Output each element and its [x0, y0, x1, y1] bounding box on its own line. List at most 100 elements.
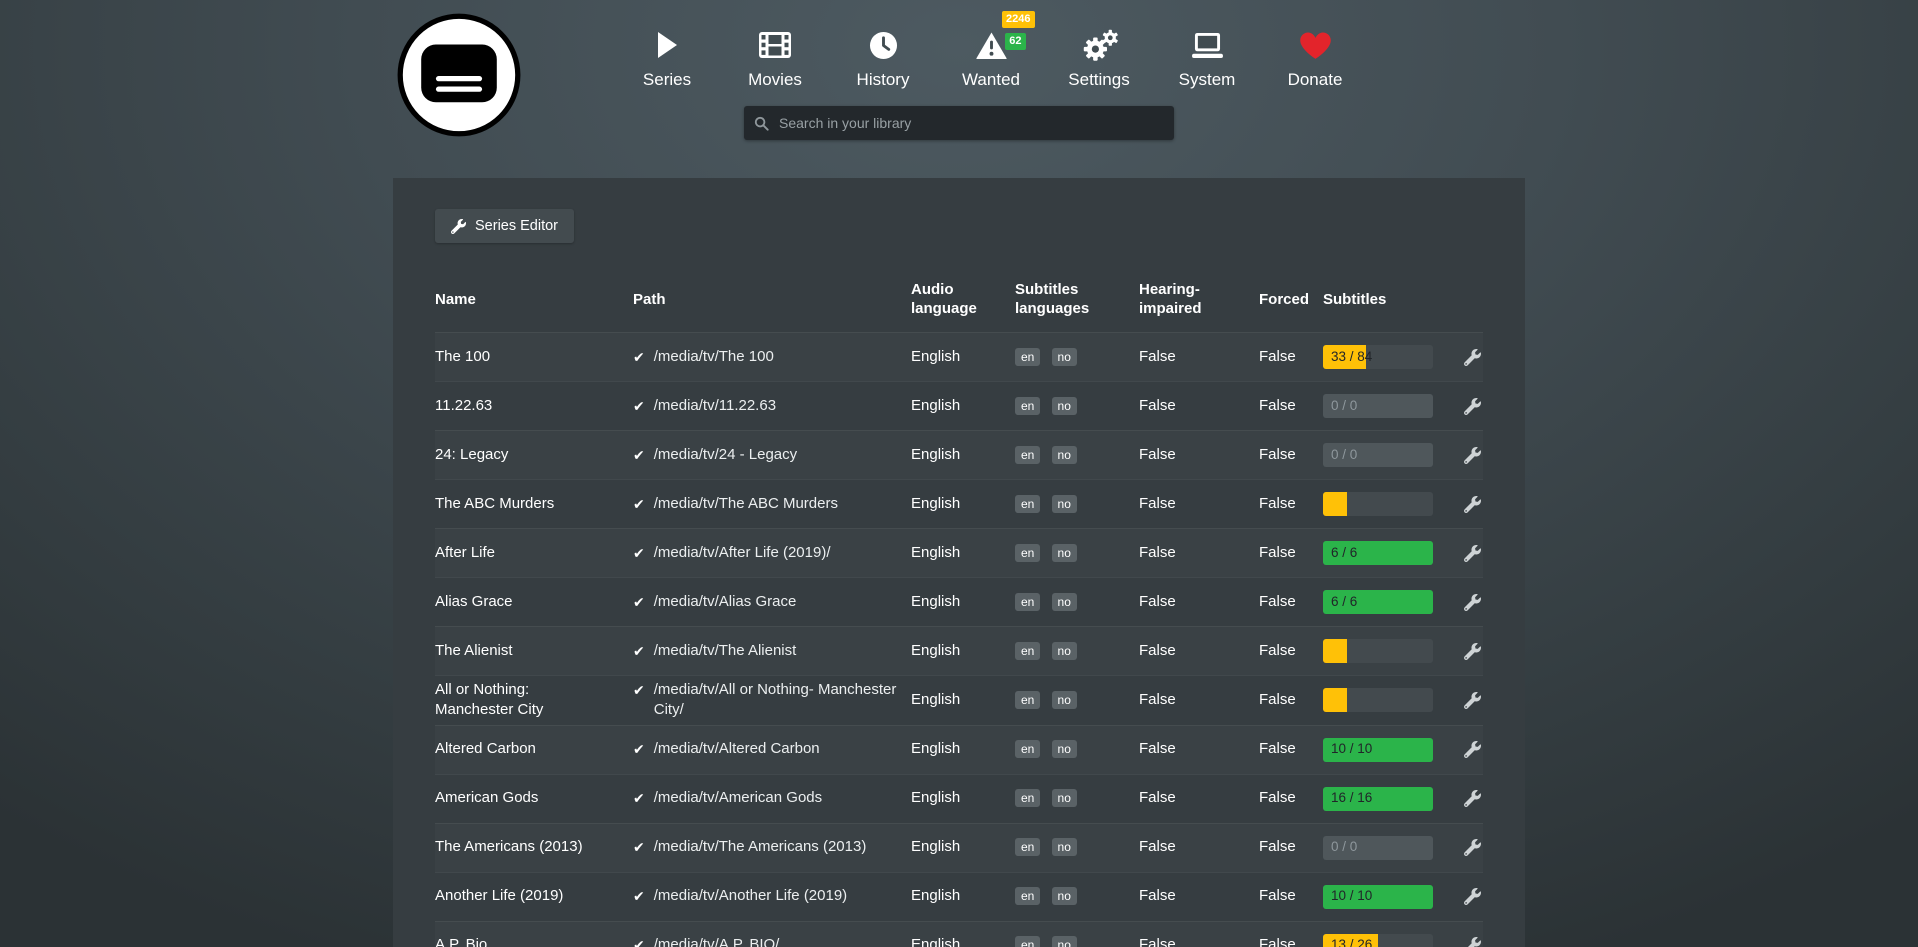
subtitles-progress: 0 / 0 [1323, 836, 1433, 860]
wrench-icon[interactable] [1464, 545, 1481, 562]
nav-item-series[interactable]: Series [621, 24, 713, 90]
wrench-icon[interactable] [1464, 398, 1481, 415]
wrench-icon[interactable] [1464, 741, 1481, 758]
subtitles-cell: 6 / 6 [1323, 590, 1449, 614]
row-actions [1449, 790, 1483, 807]
column-header-audio-language: Audio language [911, 281, 1015, 319]
series-path: ✔ /media/tv/American Gods [633, 788, 911, 808]
wrench-icon[interactable] [1464, 692, 1481, 709]
series-path: ✔ /media/tv/The 100 [633, 347, 911, 367]
gears-icon [1081, 24, 1118, 66]
series-path: ✔ /media/tv/All or Nothing- Manchester C… [633, 680, 911, 721]
language-badge: en [1015, 936, 1040, 947]
nav-item-history[interactable]: History [837, 24, 929, 90]
subtitles-progress-fill: 13 / 26 [1323, 934, 1378, 947]
table-row: All or Nothing: Manchester City ✔ /media… [435, 675, 1483, 725]
language-badge: no [1052, 691, 1077, 709]
series-name[interactable]: The Alienist [435, 641, 633, 661]
bazarr-logo[interactable] [396, 12, 522, 138]
series-name[interactable]: The ABC Murders [435, 494, 633, 514]
wrench-icon[interactable] [1464, 496, 1481, 513]
series-name[interactable]: Altered Carbon [435, 739, 633, 759]
series-name[interactable]: All or Nothing: Manchester City [435, 680, 633, 721]
nav-label-series: Series [643, 70, 691, 90]
wrench-icon[interactable] [1464, 888, 1481, 905]
series-table: Name Path Audio language Subtitles langu… [435, 274, 1483, 947]
forced-value: False [1259, 543, 1323, 563]
subtitles-languages-cell: en no [1015, 592, 1139, 612]
wrench-icon[interactable] [1464, 349, 1481, 366]
audio-language-value: English [911, 641, 1015, 661]
series-editor-button[interactable]: Series Editor [435, 209, 574, 243]
series-name[interactable]: The 100 [435, 347, 633, 367]
series-path: ✔ /media/tv/A.P. BIO/ [633, 935, 911, 947]
hearing-impaired-value: False [1139, 641, 1259, 661]
search-bar [744, 106, 1174, 140]
language-badge: en [1015, 789, 1040, 807]
language-badge: en [1015, 593, 1040, 611]
nav-item-wanted[interactable]: 2246 62 Wanted [945, 24, 1037, 90]
nav-item-donate[interactable]: Donate [1269, 24, 1361, 90]
series-path-text: /media/tv/After Life (2019)/ [654, 543, 831, 563]
series-name[interactable]: After Life [435, 543, 633, 563]
series-name[interactable]: The Americans (2013) [435, 837, 633, 857]
series-path-text: /media/tv/The ABC Murders [654, 494, 838, 514]
subtitles-languages-cell: en no [1015, 445, 1139, 465]
wrench-icon[interactable] [1464, 447, 1481, 464]
nav-item-movies[interactable]: Movies [729, 24, 821, 90]
series-path-text: /media/tv/All or Nothing- Manchester Cit… [654, 680, 897, 721]
language-badge: en [1015, 495, 1040, 513]
subtitles-progress-fill: 10 / 10 [1323, 738, 1433, 762]
nav-item-settings[interactable]: Settings [1053, 24, 1145, 90]
language-badge: no [1052, 348, 1077, 366]
wrench-icon[interactable] [1464, 839, 1481, 856]
forced-value: False [1259, 935, 1323, 947]
wrench-icon[interactable] [1464, 594, 1481, 611]
subtitles-progress-fill: 33 / 84 [1323, 345, 1366, 369]
series-name[interactable]: Another Life (2019) [435, 886, 633, 906]
language-badge: en [1015, 642, 1040, 660]
table-row: After Life ✔ /media/tv/After Life (2019)… [435, 528, 1483, 577]
subtitles-languages-cell: en no [1015, 396, 1139, 416]
subtitles-progress-label: 13 / 26 [1331, 936, 1372, 947]
subtitles-languages-cell: en no [1015, 641, 1139, 661]
hearing-impaired-value: False [1139, 347, 1259, 367]
subtitles-progress [1323, 492, 1433, 516]
subtitles-cell: 10 / 10 [1323, 738, 1449, 762]
language-badge: no [1052, 838, 1077, 856]
forced-value: False [1259, 494, 1323, 514]
row-actions [1449, 888, 1483, 905]
nav-label-history: History [857, 70, 910, 90]
series-path-text: /media/tv/24 - Legacy [654, 445, 797, 465]
hearing-impaired-value: False [1139, 494, 1259, 514]
hearing-impaired-value: False [1139, 788, 1259, 808]
language-badge: en [1015, 691, 1040, 709]
nav-item-system[interactable]: System [1161, 24, 1253, 90]
subtitles-progress-fill: 0 / 0 [1323, 394, 1433, 418]
series-path: ✔ /media/tv/After Life (2019)/ [633, 543, 911, 563]
series-name[interactable]: A.P. Bio [435, 935, 633, 947]
wrench-icon[interactable] [1464, 643, 1481, 660]
row-actions [1449, 594, 1483, 611]
subtitles-languages-cell: en no [1015, 837, 1139, 857]
subtitles-progress: 16 / 16 [1323, 787, 1433, 811]
check-icon: ✔ [633, 494, 645, 514]
subtitles-languages-cell: en no [1015, 494, 1139, 514]
language-badge: en [1015, 446, 1040, 464]
series-name[interactable]: Alias Grace [435, 592, 633, 612]
series-path: ✔ /media/tv/Alias Grace [633, 592, 911, 612]
search-icon [754, 116, 769, 131]
wrench-icon[interactable] [1464, 790, 1481, 807]
subtitles-cell: 6 / 6 [1323, 541, 1449, 565]
check-icon: ✔ [633, 788, 645, 808]
series-name[interactable]: American Gods [435, 788, 633, 808]
series-name[interactable]: 11.22.63 [435, 396, 633, 416]
series-name[interactable]: 24: Legacy [435, 445, 633, 465]
series-path: ✔ /media/tv/Altered Carbon [633, 739, 911, 759]
forced-value: False [1259, 445, 1323, 465]
check-icon: ✔ [633, 592, 645, 612]
wrench-icon[interactable] [1464, 937, 1481, 947]
search-input[interactable] [777, 114, 1164, 132]
subtitles-progress-fill: 6 / 6 [1323, 590, 1433, 614]
subtitles-progress-fill: 10 / 10 [1323, 885, 1433, 909]
